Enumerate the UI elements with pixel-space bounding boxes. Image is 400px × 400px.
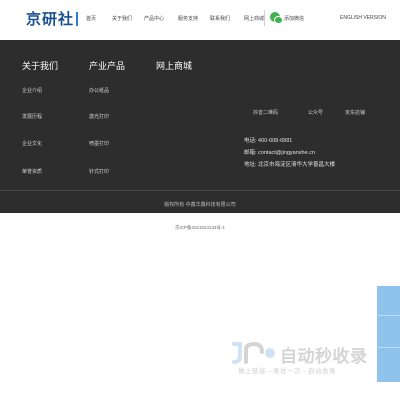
wechat-icon	[270, 12, 283, 24]
nav-about[interactable]: 关于我们	[112, 15, 132, 22]
header-divider	[264, 10, 265, 26]
copyright-text: 版权所有 中鑫华鑫科技有限公司	[164, 202, 236, 208]
logo-text: 京研社	[26, 10, 75, 28]
footer-col-about-title: 关于我们	[22, 61, 59, 71]
site-header: 京研社 首页 关于我们 产品中心 服务支持 联系我们 网上商城 添加微信 ENG…	[0, 0, 400, 38]
footer-col-products-title: 产业产品	[89, 61, 126, 71]
nav-products[interactable]: 产品中心	[144, 15, 164, 22]
contact-email[interactable]: 邮箱: contact@jingyanshe.cn	[244, 148, 315, 156]
wechat-label: 添加微信	[284, 16, 305, 22]
site-logo[interactable]: 京研社	[26, 8, 79, 29]
icp-record-link[interactable]: 京ICP备2021024134号-1	[0, 225, 400, 231]
qr-label-official-account: 公众号	[308, 110, 324, 116]
footer-link-history[interactable]: 发展历程	[22, 113, 42, 120]
footer-link-intro[interactable]: 企业介绍	[22, 87, 42, 94]
footer-link-dot-matrix[interactable]: 针式打印	[89, 168, 109, 175]
logo-mark	[76, 12, 79, 26]
qr-label-douyin: 抖音二维码	[253, 110, 279, 116]
footer-link-culture[interactable]: 企业文化	[22, 140, 42, 147]
contact-phone: 电话: 400-608-6881	[244, 138, 293, 144]
contact-address: 地址: 北京市海淀区清华大学善昌大楼	[244, 162, 336, 168]
footer-link-office-paper[interactable]: 办公纸品	[89, 87, 109, 94]
watermark-title: 自动秒收录	[280, 347, 368, 367]
footer-link-laser-print[interactable]: 激光打印	[89, 113, 109, 120]
footer-col-shop-title[interactable]: 网上商城	[156, 59, 192, 72]
watermark-logo-icon	[232, 341, 275, 364]
footer-divider	[0, 190, 400, 191]
nav-support[interactable]: 服务支持	[178, 15, 198, 22]
nav-contact[interactable]: 联系我们	[210, 15, 230, 22]
side-contact-button[interactable]	[377, 286, 400, 316]
watermark: 自动秒收录 做上链接→来访一次→自动收录	[230, 340, 390, 380]
watermark-subtitle: 做上链接→来访一次→自动收录	[238, 368, 336, 375]
nav-home[interactable]: 首页	[86, 15, 96, 22]
footer-link-honors[interactable]: 荣誉资质	[22, 168, 42, 175]
english-version-link[interactable]: ENGLISH VERSION	[340, 15, 386, 21]
qr-label-jd-store: 京东店铺	[345, 110, 366, 116]
footer-link-inkjet-print[interactable]: 喷墨打印	[89, 140, 109, 147]
nav-shop[interactable]: 网上商城	[244, 15, 264, 22]
site-footer: 关于我们 产业产品 网上商城 企业介绍 发展历程 企业文化 荣誉资质 办公纸品 …	[0, 40, 400, 213]
